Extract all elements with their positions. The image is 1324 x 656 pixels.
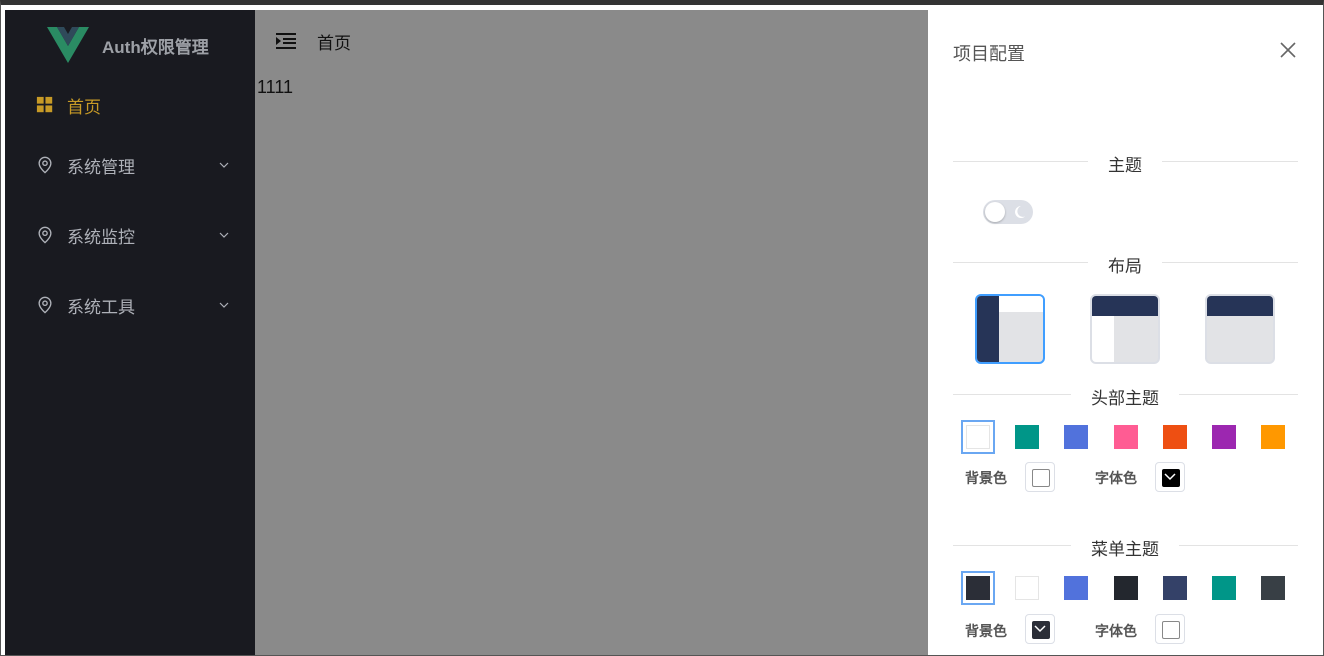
section-title-theme: 主题 (1088, 151, 1162, 176)
menu-color-swatch-slate[interactable] (1261, 576, 1285, 600)
grid-icon (35, 95, 55, 115)
menu-color-swatch-dark[interactable] (961, 571, 995, 605)
main-content: 首页 1111 (255, 10, 928, 655)
menu-color-swatch-white[interactable] (1015, 576, 1039, 600)
section-title-layout: 布局 (1088, 252, 1162, 277)
drawer-title: 项目配置 (953, 44, 1025, 65)
header-color-swatch-pink[interactable] (1114, 425, 1138, 449)
dark-mode-toggle[interactable] (983, 200, 1033, 224)
moon-icon (1015, 206, 1025, 218)
chevron-down-icon (219, 302, 229, 308)
menu-color-swatch-black[interactable] (1114, 576, 1138, 600)
menu-bg-color-picker[interactable] (1025, 614, 1055, 644)
menu-fold-icon[interactable] (275, 31, 297, 51)
header-color-swatch-white[interactable] (961, 420, 995, 454)
toggle-knob (985, 202, 1005, 222)
chevron-down-icon (219, 232, 229, 238)
menu-bg-label: 背景色 (965, 624, 1007, 640)
location-pin-icon (35, 295, 55, 315)
header-font-label: 字体色 (1095, 471, 1137, 487)
header-bg-label: 背景色 (965, 471, 1007, 487)
header-color-swatch-orange-red[interactable] (1163, 425, 1187, 449)
sidebar-item-label: 首页 (67, 97, 101, 118)
layout-option-side-menu[interactable] (975, 294, 1045, 364)
sidebar-item-label: 系统工具 (67, 297, 135, 318)
menu-color-swatch-blue[interactable] (1064, 576, 1088, 600)
header-color-swatch-teal[interactable] (1015, 425, 1039, 449)
sidebar-item-system-tools[interactable]: 系统工具 (5, 270, 255, 340)
chevron-down-icon (219, 162, 229, 168)
location-pin-icon (35, 155, 55, 175)
close-icon[interactable] (1279, 41, 1297, 59)
layout-option-top-menu[interactable] (1205, 294, 1275, 364)
app-frame: Auth权限管理 首页 系统管理 系统监控 系统工具 首页 1111 项目配置 … (0, 0, 1324, 656)
section-title-header-theme: 头部主题 (1071, 384, 1179, 409)
header-font-color-picker[interactable] (1155, 462, 1185, 492)
sidebar-item-home[interactable]: 首页 (5, 80, 255, 130)
menu-font-label: 字体色 (1095, 624, 1137, 640)
chevron-down-icon (1164, 473, 1176, 481)
topbar: 首页 (255, 10, 928, 72)
header-bg-color-picker[interactable] (1025, 462, 1055, 492)
sidebar-item-label: 系统监控 (67, 227, 135, 248)
sidebar: Auth权限管理 首页 系统管理 系统监控 系统工具 (5, 10, 255, 655)
location-pin-icon (35, 225, 55, 245)
section-title-menu-theme: 菜单主题 (1071, 535, 1179, 560)
menu-font-color-picker[interactable] (1155, 614, 1185, 644)
header-color-swatch-orange[interactable] (1261, 425, 1285, 449)
sidebar-item-system-monitor[interactable]: 系统监控 (5, 200, 255, 270)
sidebar-item-label: 系统管理 (67, 157, 135, 178)
layout-option-top-side-menu[interactable] (1090, 294, 1160, 364)
header-color-swatch-purple[interactable] (1212, 425, 1236, 449)
breadcrumb[interactable]: 首页 (317, 29, 351, 54)
logo: Auth权限管理 (5, 10, 255, 80)
menu-color-swatch-teal[interactable] (1212, 576, 1236, 600)
app-title: Auth权限管理 (102, 37, 209, 57)
header-color-swatch-blue[interactable] (1064, 425, 1088, 449)
settings-drawer: 项目配置 主题 布局 头部主题 背景色 字体色 菜单主题 背景色 字体色 (928, 10, 1323, 655)
chevron-down-icon (1034, 625, 1046, 633)
sidebar-item-system-management[interactable]: 系统管理 (5, 130, 255, 200)
vue-logo-icon (47, 27, 89, 63)
drawer-header: 项目配置 (928, 10, 1323, 95)
page-content-text: 1111 (257, 77, 294, 97)
menu-color-swatch-navy[interactable] (1163, 576, 1187, 600)
